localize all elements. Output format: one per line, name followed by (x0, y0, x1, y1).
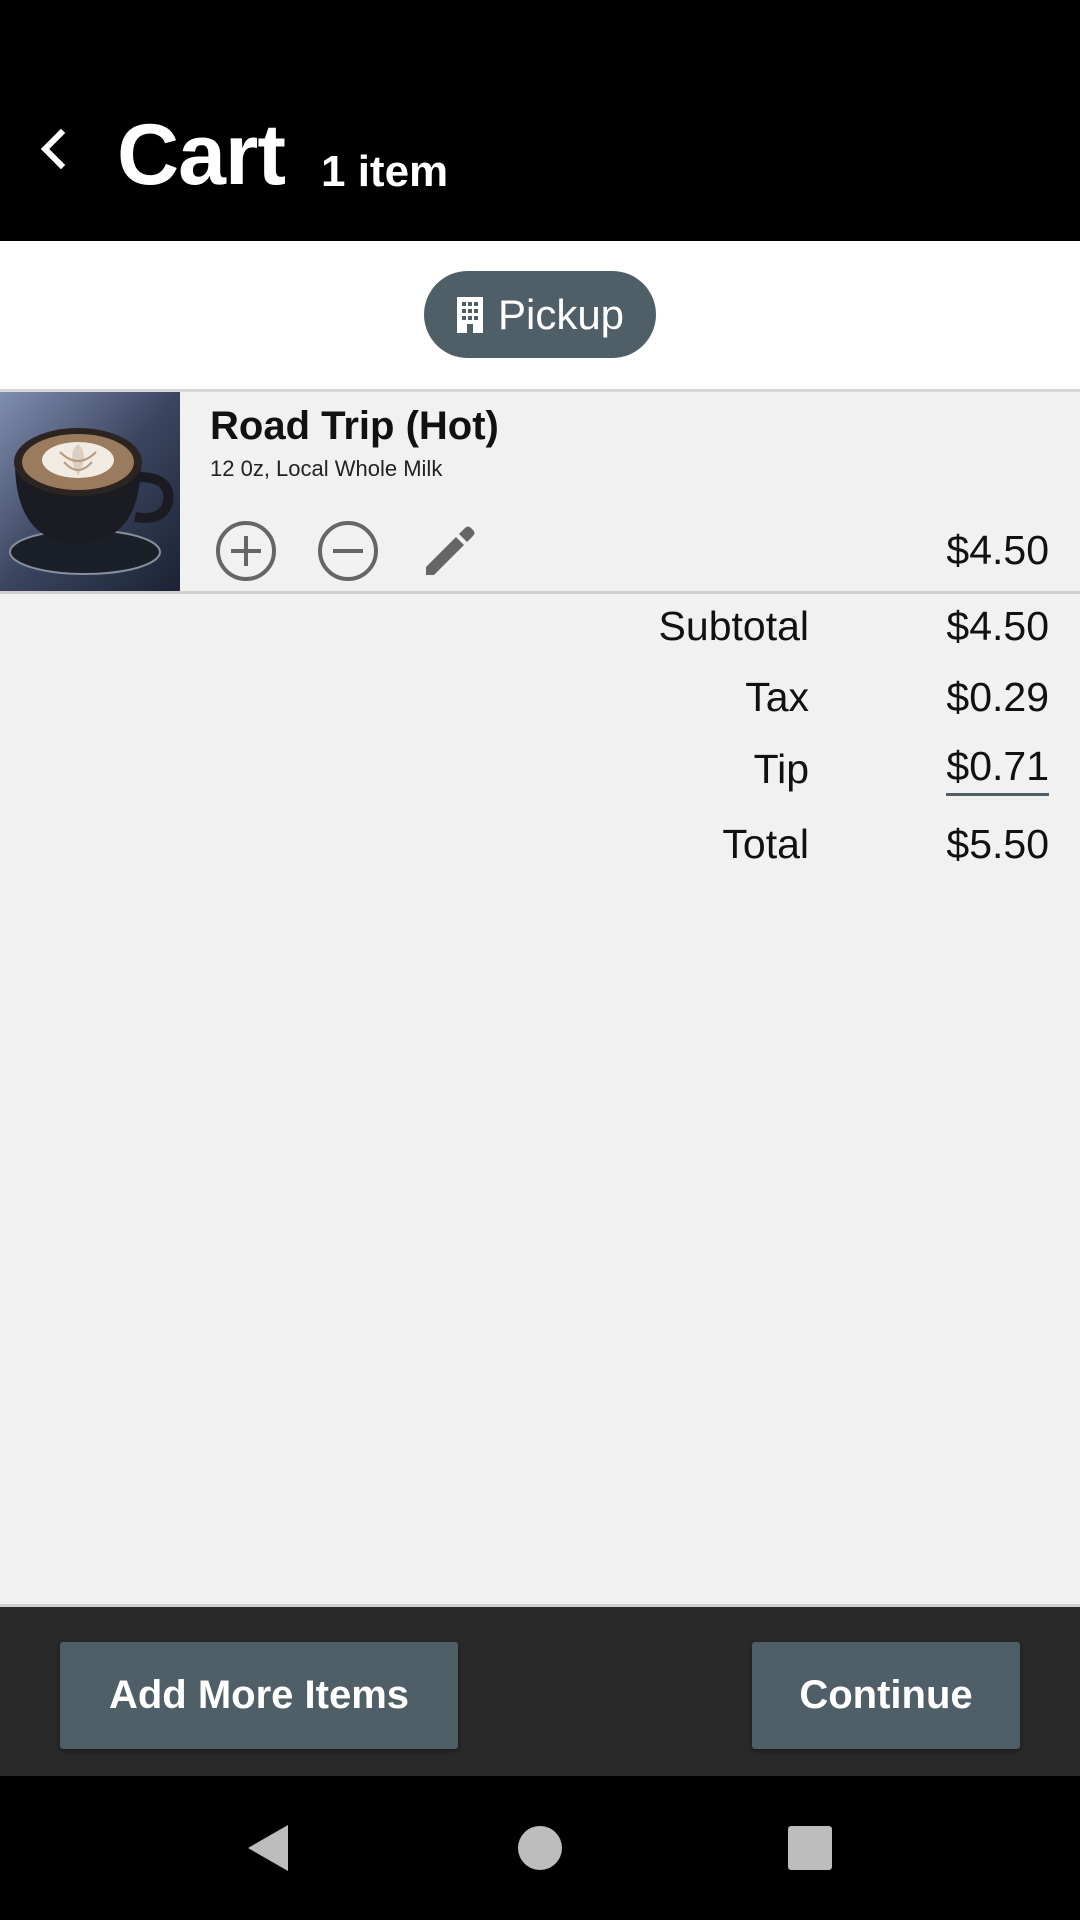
item-name: Road Trip (Hot) (210, 404, 499, 448)
minus-circle-icon (318, 521, 378, 581)
edit-item-button[interactable] (415, 516, 485, 586)
tax-row: Tax $0.29 (449, 667, 1049, 727)
subtotal-label: Subtotal (658, 603, 809, 649)
order-mode-bar: Pickup (0, 241, 1080, 392)
triangle-back-icon (248, 1825, 288, 1871)
nav-back-button[interactable] (238, 1818, 298, 1878)
pickup-label: Pickup (497, 290, 625, 338)
item-image (0, 392, 180, 591)
building-icon (456, 296, 483, 333)
increase-quantity-button[interactable] (211, 516, 281, 586)
nav-recents-button[interactable] (780, 1818, 840, 1878)
app-header: Cart 1 item (0, 0, 1080, 241)
back-button[interactable] (22, 114, 82, 184)
tip-value[interactable]: $0.71 (946, 739, 1049, 796)
total-label: Total (722, 821, 809, 867)
pickup-button[interactable]: Pickup (424, 271, 656, 358)
system-nav-bar (0, 1776, 1080, 1920)
tax-label: Tax (745, 674, 809, 720)
square-recents-icon (788, 1826, 832, 1870)
item-price: $4.50 (946, 527, 1049, 573)
subtotal-value: $4.50 (946, 603, 1049, 649)
chevron-left-icon (40, 128, 66, 170)
add-more-items-button[interactable]: Add More Items (60, 1642, 458, 1749)
item-options: 12 0z, Local Whole Milk (210, 456, 443, 481)
decrease-quantity-button[interactable] (313, 516, 383, 586)
pencil-icon (426, 526, 475, 575)
bottom-action-bar: Add More Items Continue (0, 1604, 1080, 1779)
page-title: Cart (117, 107, 286, 203)
tip-row: Tip $0.71 (449, 739, 1049, 799)
item-count: 1 item (321, 147, 449, 196)
tip-label: Tip (753, 746, 809, 792)
plus-circle-icon (216, 521, 276, 581)
total-row: Total $5.50 (449, 814, 1049, 874)
circle-home-icon (518, 1826, 562, 1870)
total-value: $5.50 (946, 821, 1049, 867)
nav-home-button[interactable] (510, 1818, 570, 1878)
subtotal-row: Subtotal $4.50 (449, 596, 1049, 656)
tax-value: $0.29 (946, 674, 1049, 720)
continue-button[interactable]: Continue (752, 1642, 1020, 1749)
cart-item[interactable]: Road Trip (Hot) 12 0z, Local Whole Milk … (0, 392, 1080, 594)
